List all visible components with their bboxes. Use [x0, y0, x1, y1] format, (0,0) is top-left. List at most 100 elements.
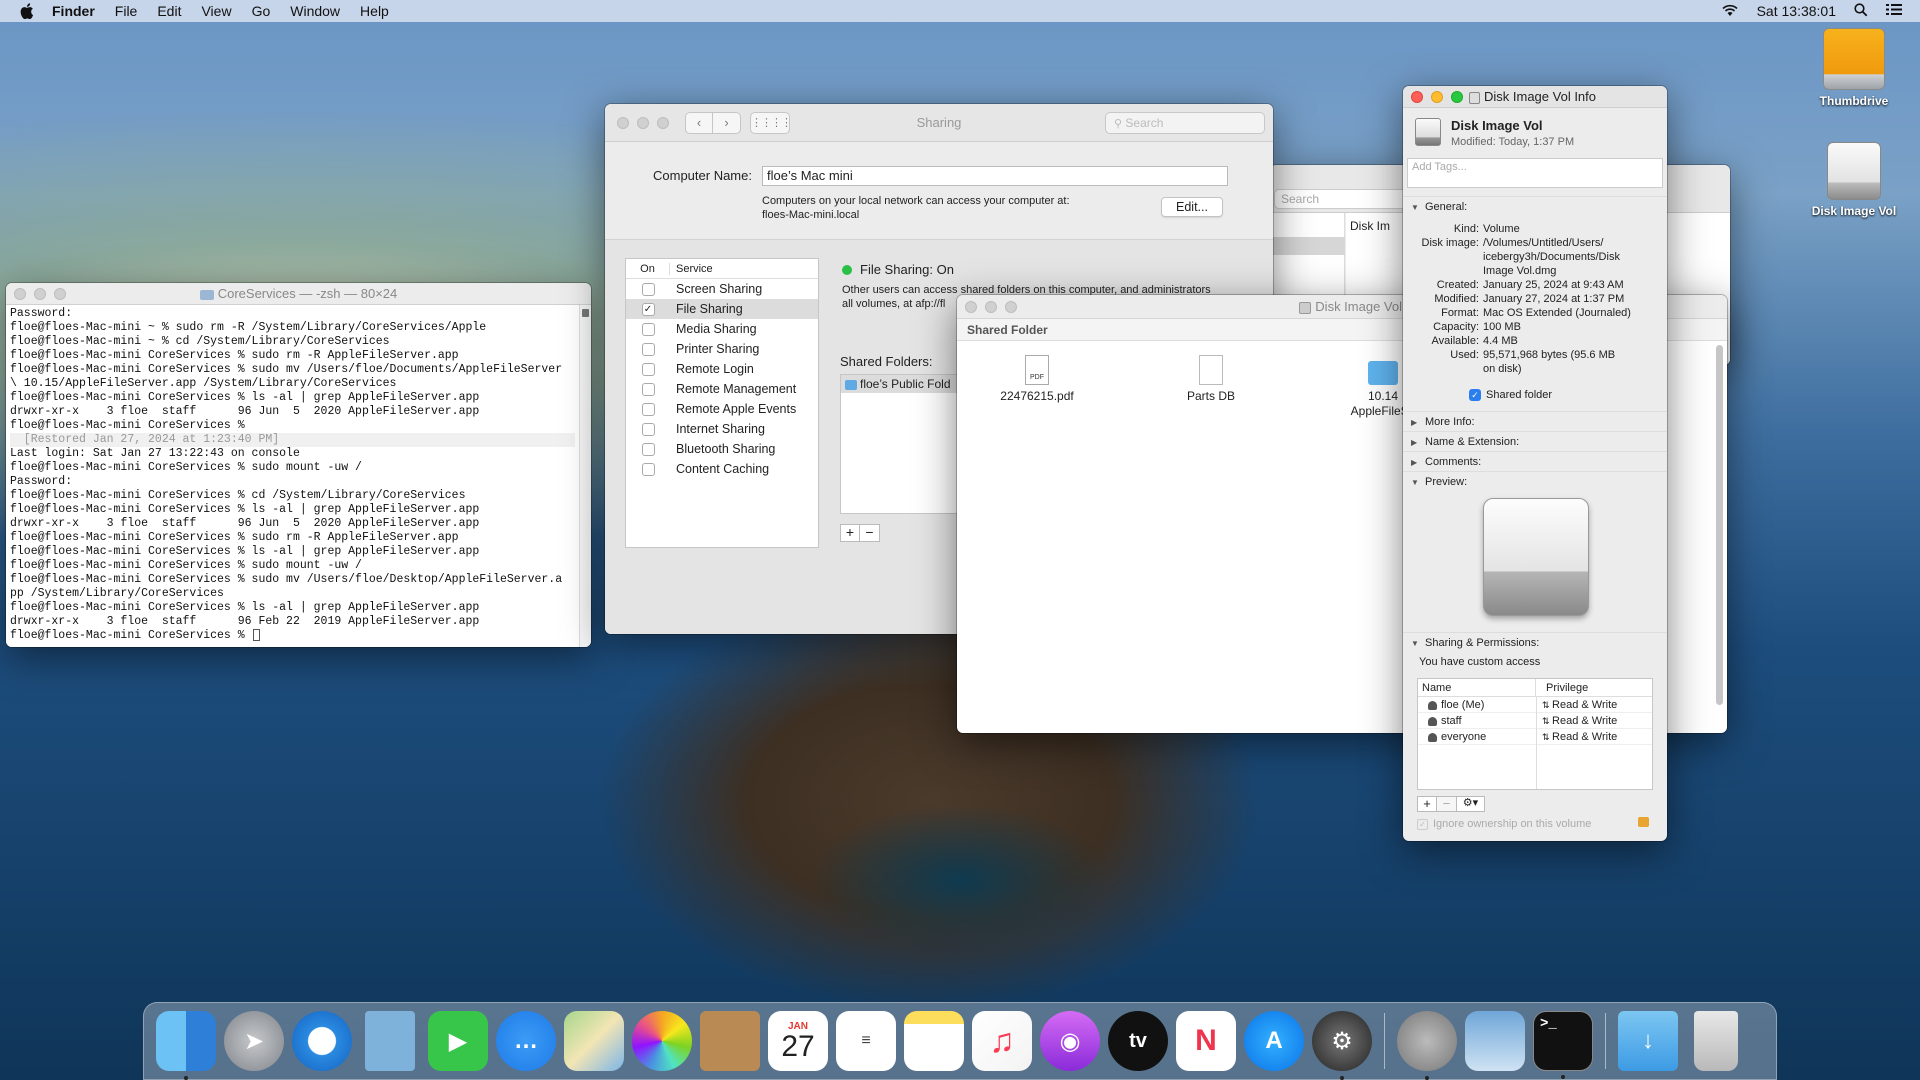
apple-menu-icon[interactable] — [16, 0, 38, 22]
trash-dock-icon[interactable] — [1694, 1011, 1738, 1071]
column-header-on[interactable]: On — [626, 262, 670, 275]
music-dock-icon[interactable]: ♫ — [972, 1011, 1032, 1071]
column-header-privilege[interactable]: Privilege — [1536, 679, 1588, 696]
desktop-icon-disk-image-vol[interactable]: Disk Image Vol — [1794, 142, 1914, 218]
remove-user-button[interactable]: − — [1437, 796, 1457, 812]
action-gear-button[interactable]: ⚙▾ — [1457, 796, 1485, 812]
contacts-dock-icon[interactable] — [700, 1011, 760, 1071]
preview-dock-icon[interactable] — [1465, 1011, 1525, 1071]
computer-name-field[interactable]: floe’s Mac mini — [762, 166, 1228, 186]
sharing-permissions-section-header[interactable]: ▼ Sharing & Permissions: — [1403, 632, 1667, 653]
maps-dock-icon[interactable] — [564, 1011, 624, 1071]
app-store-dock-icon[interactable]: A — [1244, 1011, 1304, 1071]
notes-dock-icon[interactable] — [904, 1011, 964, 1071]
photos-dock-icon[interactable] — [632, 1011, 692, 1071]
service-row-printer-sharing[interactable]: Printer Sharing — [626, 339, 818, 359]
finder-dock-icon[interactable] — [156, 1011, 216, 1080]
safari-dock-icon[interactable] — [292, 1011, 352, 1071]
menu-edit[interactable]: Edit — [157, 3, 181, 19]
service-row-media-sharing[interactable]: Media Sharing — [626, 319, 818, 339]
service-checkbox[interactable] — [641, 363, 655, 377]
apple-tv-dock-icon[interactable]: tv — [1108, 1011, 1168, 1071]
permission-row[interactable]: everyone ⇅ Read & Write — [1418, 729, 1652, 745]
remove-shared-folder-button[interactable]: − — [860, 524, 880, 542]
notification-center-icon[interactable] — [1886, 3, 1902, 19]
zoom-button[interactable] — [1451, 91, 1463, 103]
service-row-content-caching[interactable]: Content Caching — [626, 459, 818, 479]
service-checkbox[interactable] — [641, 463, 655, 477]
file-item[interactable]: Parts DB — [1171, 355, 1251, 403]
name-extension-section-header[interactable]: ▶ Name & Extension: — [1403, 431, 1667, 452]
service-row-screen-sharing[interactable]: Screen Sharing — [626, 279, 818, 299]
permission-row[interactable]: floe (Me) ⇅ Read & Write — [1418, 697, 1652, 713]
spotlight-search-icon[interactable] — [1854, 2, 1868, 20]
mail-dock-icon[interactable] — [365, 1011, 415, 1071]
desktop-icon-thumbdrive[interactable]: Thumbdrive — [1794, 28, 1914, 108]
service-row-internet-sharing[interactable]: Internet Sharing — [626, 419, 818, 439]
finder-scrollbar[interactable] — [1716, 345, 1723, 705]
edit-button[interactable]: Edit... — [1161, 197, 1223, 217]
comments-section-header[interactable]: ▶ Comments: — [1403, 451, 1667, 472]
disk-utility-dock-icon[interactable] — [1397, 1011, 1457, 1080]
close-button[interactable] — [1411, 91, 1423, 103]
menu-file[interactable]: File — [115, 3, 138, 19]
background-list-item[interactable]: Disk Im — [1350, 219, 1390, 233]
service-checkbox[interactable] — [641, 343, 655, 357]
add-shared-folder-button[interactable]: + — [840, 524, 860, 542]
service-checkbox[interactable] — [641, 403, 655, 417]
launchpad-dock-icon[interactable]: ➤ — [224, 1011, 284, 1071]
add-user-button[interactable]: + — [1417, 796, 1437, 812]
service-checkbox[interactable] — [641, 423, 655, 437]
service-checkbox[interactable]: ✓ — [641, 303, 655, 317]
column-header-name[interactable]: Name — [1418, 679, 1536, 696]
background-search-field[interactable]: Search — [1274, 189, 1414, 209]
service-checkbox[interactable] — [641, 443, 655, 457]
reminders-dock-icon[interactable]: ≡ — [836, 1011, 896, 1071]
menu-window[interactable]: Window — [290, 3, 340, 19]
preview-section-header[interactable]: ▼ Preview: — [1403, 471, 1667, 492]
downloads-dock-icon[interactable]: ↓ — [1618, 1011, 1678, 1071]
search-field[interactable]: ⚲ Search — [1105, 112, 1265, 134]
service-row-remote-apple-events[interactable]: Remote Apple Events — [626, 399, 818, 419]
permissions-table[interactable]: Name Privilege floe (Me) ⇅ Read & Write st… — [1417, 678, 1653, 790]
service-row-file-sharing[interactable]: ✓ File Sharing — [626, 299, 818, 319]
service-checkbox[interactable] — [641, 383, 655, 397]
facetime-dock-icon[interactable]: ▶ — [428, 1011, 488, 1071]
permission-row[interactable]: staff ⇅ Read & Write — [1418, 713, 1652, 729]
podcasts-dock-icon[interactable]: ◉ — [1040, 1011, 1100, 1071]
privilege-popup[interactable]: ⇅ Read & Write — [1536, 713, 1617, 728]
privilege-popup[interactable]: ⇅ Read & Write — [1536, 729, 1617, 744]
service-list[interactable]: On Service Screen Sharing ✓ File Sharing Me… — [625, 258, 819, 548]
minimize-button[interactable] — [1431, 91, 1443, 103]
ignore-ownership-checkbox[interactable]: ✓ Ignore ownership on this volume — [1417, 818, 1591, 830]
privilege-popup[interactable]: ⇅ Read & Write — [1536, 697, 1617, 712]
terminal-window[interactable]: CoreServices — -zsh — 80×24 Password: flo… — [6, 283, 591, 647]
terminal-output[interactable]: Password: floe@floes-Mac-mini ~ % sudo rm… — [6, 305, 579, 647]
window-controls[interactable] — [1411, 91, 1463, 103]
tags-field[interactable]: Add Tags... — [1407, 158, 1663, 188]
service-checkbox[interactable] — [641, 283, 655, 297]
news-dock-icon[interactable]: N — [1176, 1011, 1236, 1071]
menu-help[interactable]: Help — [360, 3, 389, 19]
get-info-window[interactable]: Disk Image Vol Info Disk Image Vol Modif… — [1403, 86, 1667, 841]
menu-clock[interactable]: Sat 13:38:01 — [1757, 3, 1836, 19]
menu-app-name[interactable]: Finder — [52, 3, 95, 19]
system-preferences-dock-icon[interactable]: ⚙ — [1312, 1011, 1372, 1080]
service-row-remote-login[interactable]: Remote Login — [626, 359, 818, 379]
terminal-dock-icon[interactable]: >_ — [1533, 1011, 1593, 1079]
lock-icon[interactable] — [1638, 817, 1649, 827]
general-section-header[interactable]: ▼ General: — [1403, 196, 1667, 217]
menu-go[interactable]: Go — [252, 3, 271, 19]
more-info-section-header[interactable]: ▶ More Info: — [1403, 411, 1667, 432]
service-row-remote-management[interactable]: Remote Management — [626, 379, 818, 399]
calendar-dock-icon[interactable]: JAN 27 — [768, 1011, 828, 1071]
messages-dock-icon[interactable]: … — [496, 1011, 556, 1071]
shared-folder-checkbox[interactable]: ✓ Shared folder — [1469, 389, 1552, 401]
wifi-icon[interactable] — [1721, 3, 1739, 20]
service-checkbox[interactable] — [641, 323, 655, 337]
file-item[interactable]: PDF 22476215.pdf — [997, 355, 1077, 403]
menu-view[interactable]: View — [201, 3, 231, 19]
service-row-bluetooth-sharing[interactable]: Bluetooth Sharing — [626, 439, 818, 459]
column-header-service[interactable]: Service — [670, 263, 713, 275]
terminal-scrollbar[interactable] — [579, 305, 591, 647]
